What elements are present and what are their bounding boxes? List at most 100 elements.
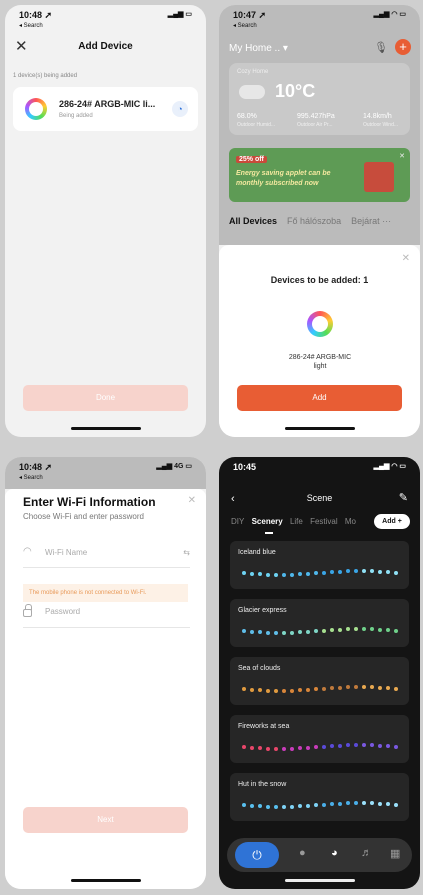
add-scene-button[interactable]: Add + xyxy=(374,514,410,529)
color-dot xyxy=(362,801,366,806)
next-button[interactable]: Next xyxy=(23,807,188,833)
color-dot xyxy=(346,627,350,632)
status-indicators: ▂▄▆ ◠ ▭ xyxy=(373,463,406,470)
tab-more[interactable]: Mo xyxy=(345,517,356,526)
color-dot xyxy=(306,803,310,808)
device-name: 286-24# ARGB-MIC li... xyxy=(59,99,156,109)
color-dot xyxy=(258,630,262,635)
status-indicators: ▂▄▆ 4G ▭ xyxy=(156,463,192,470)
color-dot xyxy=(386,802,390,807)
color-dot xyxy=(266,630,270,635)
home-indicator xyxy=(70,879,141,882)
color-dot xyxy=(298,572,302,577)
back-to-search-link[interactable]: ◂ Search xyxy=(233,22,257,29)
palette-icon[interactable]: ◕ xyxy=(331,847,338,859)
tab-scenery[interactable]: Scenery xyxy=(252,517,283,526)
loading-spinner-icon: ◔ xyxy=(172,101,188,117)
lock-icon xyxy=(23,604,32,617)
color-dot xyxy=(258,572,262,577)
close-icon[interactable]: ✕ xyxy=(402,253,410,264)
promo-banner[interactable]: 25% off Energy saving applet can be mont… xyxy=(229,148,410,202)
tab-festival[interactable]: Festival xyxy=(310,517,338,526)
back-to-search-link[interactable]: ◂ Search xyxy=(19,22,43,29)
banner-close-icon[interactable]: ✕ xyxy=(399,152,405,160)
device-status: Being added xyxy=(59,113,93,119)
divider xyxy=(23,627,190,628)
device-card: 286-24# ARGB-MIC li... Being added ◔ xyxy=(13,87,198,131)
color-dot xyxy=(258,688,262,693)
scene-color-dots xyxy=(242,800,402,810)
color-dot xyxy=(306,571,310,576)
scene-card[interactable]: Fireworks at sea xyxy=(230,715,409,763)
mic-icon[interactable]: 🎙 xyxy=(374,41,388,54)
color-dot xyxy=(354,569,358,573)
header-dimmed: 10:48 ➚ ◂ Search ▂▄▆ 4G ▭ xyxy=(5,457,206,489)
color-dot xyxy=(298,630,302,635)
pressure-value: 995.427hPa xyxy=(297,113,335,120)
tab-all-devices[interactable]: All Devices xyxy=(229,216,277,226)
add-button[interactable]: Add xyxy=(237,385,402,411)
scene-card[interactable]: Glacier express xyxy=(230,599,409,647)
tab-diy[interactable]: DIY xyxy=(231,517,244,526)
tab-life[interactable]: Life xyxy=(290,517,303,526)
home-screen: 10:47 ➚ ◂ Search ▂▄▆ ◠ ▭ My Home .. ▾ 🎙 … xyxy=(219,5,420,437)
color-dot xyxy=(338,569,342,574)
color-dot xyxy=(274,630,278,635)
bulb-icon[interactable]: ● xyxy=(299,847,306,859)
password-field[interactable]: Password xyxy=(45,607,80,616)
color-dot xyxy=(242,571,246,575)
color-dot xyxy=(266,746,270,751)
done-button[interactable]: Done xyxy=(23,385,188,411)
color-dot xyxy=(394,571,398,575)
color-dot xyxy=(386,686,390,691)
color-dot xyxy=(330,628,334,633)
color-dot xyxy=(378,743,382,748)
status-bar: 10:47 ➚ ◂ Search ▂▄▆ ◠ ▭ xyxy=(219,5,420,33)
color-dot xyxy=(330,570,334,575)
add-plus-icon[interactable]: + xyxy=(395,39,411,55)
scene-card[interactable]: Iceland blue xyxy=(230,541,409,589)
color-dot xyxy=(386,628,390,633)
tab-entrance[interactable]: Bejárat ··· xyxy=(351,216,391,226)
discount-badge: 25% off xyxy=(236,156,267,163)
color-dot xyxy=(322,570,326,575)
switch-network-icon[interactable]: ⇆ xyxy=(183,548,190,557)
color-dot xyxy=(306,745,310,750)
scene-card[interactable]: Sea of clouds xyxy=(230,657,409,705)
edit-icon[interactable]: ✎ xyxy=(399,491,408,504)
color-dot xyxy=(290,572,294,577)
color-dot xyxy=(322,686,326,691)
close-icon[interactable]: ✕ xyxy=(188,495,196,506)
power-icon[interactable]: ⏻ xyxy=(235,842,279,868)
scene-card[interactable]: Hut in the snow xyxy=(230,773,409,821)
status-time: 10:45 xyxy=(233,462,257,472)
wifi-name-field[interactable]: Wi-Fi Name xyxy=(45,548,87,557)
status-time: 10:47 ➚ xyxy=(233,10,267,20)
grid-icon[interactable]: ▦ xyxy=(390,847,400,860)
home-selector[interactable]: My Home .. ▾ xyxy=(229,43,288,54)
scene-screen: 10:45 ▂▄▆ ◠ ▭ ‹ Scene ✎ DIY Scenery Life… xyxy=(219,457,420,889)
wifi-icon: ◠ xyxy=(23,546,32,557)
music-icon[interactable]: ♬ xyxy=(361,847,372,859)
wind-label: Outdoor Wind... xyxy=(363,122,399,128)
room-tabs: All Devices Fő hálószoba Bejárat ··· xyxy=(229,216,391,226)
color-dot xyxy=(290,630,294,635)
home-indicator xyxy=(284,879,355,882)
light-ring-icon xyxy=(25,98,47,120)
color-dot xyxy=(338,801,342,806)
color-dot xyxy=(250,687,254,692)
divider xyxy=(23,567,190,568)
status-bar: 10:48 ➚ ◂ Search ▂▄▆ 4G ▭ xyxy=(5,457,206,485)
home-indicator xyxy=(284,427,355,430)
color-dot xyxy=(298,804,302,809)
sheet-device-name: 286-24# ARGB-MIC light xyxy=(288,354,352,370)
back-to-search-link[interactable]: ◂ Search xyxy=(19,474,43,481)
add-device-sheet: ✕ Devices to be added: 1 286-24# ARGB-MI… xyxy=(219,245,420,437)
color-dot xyxy=(362,685,366,690)
color-dot xyxy=(370,569,374,574)
color-dot xyxy=(346,569,350,574)
color-dot xyxy=(354,627,358,631)
color-dot xyxy=(386,744,390,749)
color-dot xyxy=(338,743,342,748)
tab-main-bedroom[interactable]: Fő hálószoba xyxy=(287,216,341,226)
